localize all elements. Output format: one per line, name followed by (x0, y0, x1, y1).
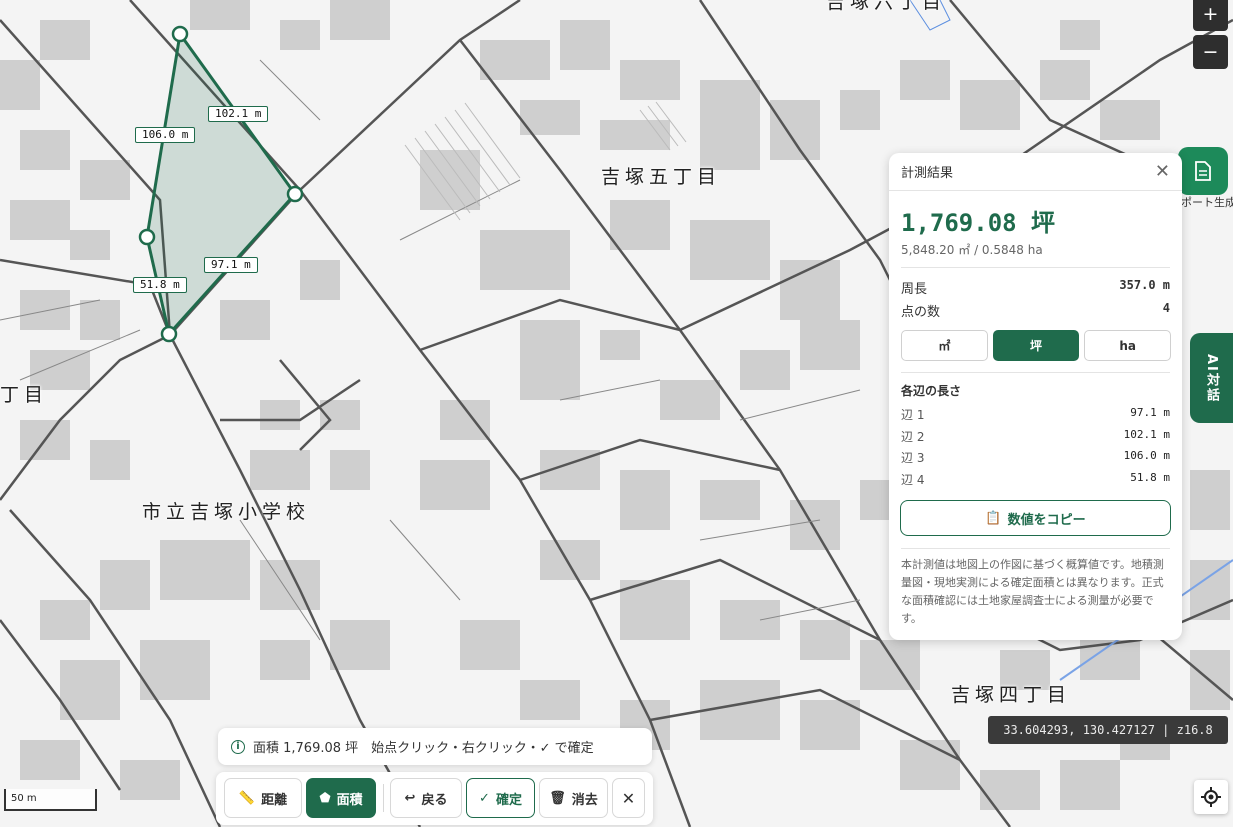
vertex-handle[interactable] (160, 325, 178, 343)
divider (901, 267, 1170, 268)
panel-title: 計測結果 (901, 166, 954, 181)
unit-button-ha[interactable]: ha (1084, 330, 1172, 361)
distance-button[interactable]: 📏 距離 (224, 778, 302, 818)
edge-value: 106.0 m (1123, 449, 1170, 462)
edges-title: 各辺の長さ (901, 384, 962, 398)
edge-label: 辺 4 (901, 473, 925, 487)
perimeter-row: 周長 357.0 m (901, 278, 1170, 297)
area-label-yoshizuka-5: 吉塚五丁目 (601, 166, 722, 188)
check-icon: ✓ (479, 790, 490, 806)
trash-icon: 🗑 (549, 790, 566, 806)
divider (901, 548, 1170, 549)
zoom-in-button[interactable]: + (1193, 0, 1228, 31)
area-sub-value: 5,848.20 ㎡ / 0.5848 ha (901, 243, 1043, 257)
coordinate-readout: 33.604293, 130.427127 | z16.8 (988, 716, 1228, 744)
edge-value: 51.8 m (1130, 471, 1170, 484)
vertex-handle[interactable] (171, 25, 189, 43)
edge-label: 辺 1 (901, 408, 925, 422)
edge-row: 辺 4 51.8 m (901, 471, 1170, 488)
copy-values-button[interactable]: 📋 数値をコピー (900, 500, 1171, 536)
edge-value: 97.1 m (1130, 406, 1170, 419)
area-label-partial: 丁目 (0, 384, 49, 406)
info-icon: i (231, 739, 245, 754)
back-button[interactable]: ↩ 戻る (390, 778, 462, 818)
ruler-icon: 📏 (238, 790, 256, 806)
points-value: 4 (1162, 301, 1170, 315)
crosshair-icon (1201, 787, 1221, 807)
points-label: 点の数 (901, 305, 941, 320)
unit-button-tsubo[interactable]: 坪 (992, 330, 1080, 361)
edge-value: 102.1 m (1123, 428, 1170, 441)
ai-chat-tab-label: AI対話 (1204, 353, 1219, 403)
unit-toggle: ㎡ 坪 ha (901, 330, 1172, 361)
distance-button-label: 距離 (261, 792, 288, 808)
locate-button[interactable] (1194, 780, 1228, 814)
area-button-label: 面積 (336, 792, 363, 808)
measure-toolbar: 📏 距離 ⬟ 面積 ↩ 戻る ✓ 確定 🗑 消去 ✕ (216, 772, 653, 825)
toolbar-divider (383, 784, 384, 812)
close-icon[interactable]: ✕ (1155, 161, 1170, 182)
area-label-school: 市立吉塚小学校 (142, 501, 311, 523)
vertex-handle[interactable] (286, 185, 304, 203)
scale-bar: 50 m (4, 789, 97, 811)
area-label-yoshizuka-4: 吉塚四丁目 (951, 684, 1072, 706)
status-bar: i 面積 1,769.08 坪 始点クリック・右クリック・✓ で確定 (218, 728, 652, 765)
status-text: 面積 1,769.08 坪 始点クリック・右クリック・✓ で確定 (253, 741, 594, 756)
unit-button-m2[interactable]: ㎡ (901, 330, 988, 361)
report-button[interactable] (1178, 147, 1228, 195)
edge-label: 辺 3 (901, 451, 925, 465)
pentagon-icon: ⬟ (319, 790, 331, 806)
copy-values-label: 数値をコピー (1007, 512, 1086, 528)
edge-length-label: 51.8 m (133, 277, 187, 293)
disclaimer-text: 本計測値は地図上の作図に基づく概算値です。地積測量図・現地実測による確定面積とは… (901, 558, 1164, 625)
close-toolbar-button[interactable]: ✕ (612, 778, 645, 818)
edge-length-label: 97.1 m (204, 257, 258, 273)
edge-length-label: 106.0 m (135, 127, 196, 143)
document-icon (1195, 161, 1211, 181)
confirm-button-label: 確定 (495, 792, 522, 808)
back-button-label: 戻る (421, 792, 448, 808)
area-button[interactable]: ⬟ 面積 (306, 778, 376, 818)
report-button-label: ポート生成 (1181, 196, 1233, 209)
clipboard-icon: 📋 (985, 510, 1002, 526)
edge-length-label: 102.1 m (208, 106, 269, 122)
area-main-value: 1,769.08 坪 (901, 209, 1056, 237)
vertex-handle[interactable] (138, 228, 156, 246)
panel-header: 計測結果 ✕ (889, 153, 1182, 191)
area-label-yoshizuka-6: 吉塚六丁目 (826, 0, 947, 13)
edge-label: 辺 2 (901, 430, 925, 444)
clear-button-label: 消去 (571, 792, 598, 808)
perimeter-value: 357.0 m (1119, 278, 1170, 292)
clear-button[interactable]: 🗑 消去 (539, 778, 608, 818)
perimeter-label: 周長 (901, 282, 928, 297)
edge-row: 辺 1 97.1 m (901, 406, 1170, 423)
divider (901, 372, 1170, 373)
undo-icon: ↩ (404, 790, 416, 806)
measurement-panel: 計測結果 ✕ 1,769.08 坪 5,848.20 ㎡ / 0.5848 ha… (889, 153, 1182, 640)
confirm-button[interactable]: ✓ 確定 (466, 778, 535, 818)
edge-row: 辺 3 106.0 m (901, 449, 1170, 466)
zoom-out-button[interactable]: − (1193, 35, 1228, 69)
points-row: 点の数 4 (901, 301, 1170, 320)
ai-chat-tab[interactable]: AI対話 (1190, 333, 1233, 423)
edge-row: 辺 2 102.1 m (901, 428, 1170, 445)
